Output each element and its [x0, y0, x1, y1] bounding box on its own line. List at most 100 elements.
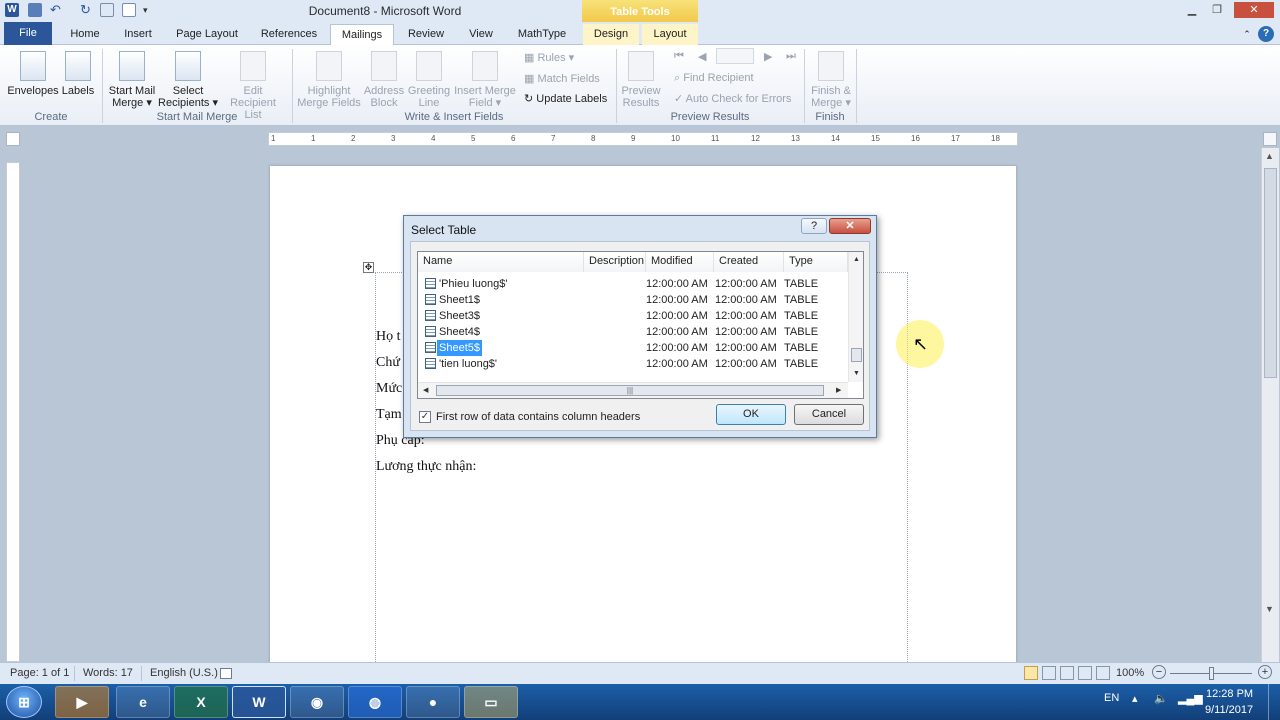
- tab-file[interactable]: File: [4, 22, 52, 45]
- list-hscroll-thumb[interactable]: |||: [436, 385, 824, 396]
- volume-icon[interactable]: 🔈: [1154, 692, 1168, 705]
- ok-button[interactable]: OK: [716, 404, 786, 425]
- column-header-name[interactable]: Name: [418, 252, 584, 272]
- last-record-icon[interactable]: ⏭: [786, 50, 796, 63]
- first-record-icon[interactable]: ⏮: [674, 50, 684, 63]
- envelopes-button[interactable]: Envelopes: [6, 51, 60, 97]
- start-mail-merge-button[interactable]: Start Mail Merge ▾: [106, 51, 158, 109]
- highlight-icon: [316, 51, 342, 81]
- show-desktop-button[interactable]: [1268, 684, 1280, 720]
- labels-button[interactable]: Labels: [60, 51, 96, 97]
- vertical-scrollbar[interactable]: ▲ ▼: [1261, 148, 1279, 662]
- scroll-up-icon[interactable]: ▲: [1265, 151, 1274, 161]
- list-horizontal-scrollbar[interactable]: ◀ ||| ▶: [418, 382, 848, 398]
- tab-view[interactable]: View: [460, 24, 502, 45]
- outline-view-icon[interactable]: [1078, 666, 1092, 680]
- excel-icon[interactable]: X: [174, 686, 228, 718]
- find-recipient-button[interactable]: ⌕ Find Recipient: [674, 72, 754, 85]
- tab-references[interactable]: References: [254, 24, 324, 45]
- scroll-up-icon[interactable]: ▲: [853, 256, 860, 263]
- tab-home[interactable]: Home: [62, 24, 108, 45]
- language-indicator[interactable]: EN: [1104, 692, 1119, 704]
- page-count[interactable]: Page: 1 of 1: [10, 667, 69, 679]
- tab-page-layout[interactable]: Page Layout: [170, 24, 244, 45]
- zoom-level[interactable]: 100%: [1116, 667, 1144, 679]
- draft-view-icon[interactable]: [1096, 666, 1110, 680]
- tab-insert[interactable]: Insert: [116, 24, 160, 45]
- table-move-handle-icon[interactable]: ✥: [363, 262, 374, 273]
- first-row-headers-checkbox[interactable]: ✓: [419, 411, 431, 423]
- tab-review[interactable]: Review: [402, 24, 450, 45]
- camera-icon[interactable]: ●: [406, 686, 460, 718]
- scroll-right-icon[interactable]: ▶: [836, 386, 841, 394]
- tab-mathtype[interactable]: MathType: [510, 24, 574, 45]
- previous-record-icon[interactable]: ◀: [698, 50, 706, 63]
- tab-mailings[interactable]: Mailings: [330, 24, 394, 45]
- table-row[interactable]: Sheet4$ 12:00:00 AM 12:00:00 AM TABLE: [418, 324, 848, 340]
- scroll-down-icon[interactable]: ▼: [853, 370, 860, 377]
- tab-design[interactable]: Design: [583, 24, 639, 45]
- column-header-modified[interactable]: Modified: [646, 252, 714, 272]
- view-ruler-icon[interactable]: [1263, 132, 1277, 146]
- tray-expand-icon[interactable]: ▴: [1132, 692, 1138, 705]
- restore-button[interactable]: ❐: [1205, 2, 1229, 18]
- list-scroll-thumb[interactable]: [851, 348, 862, 362]
- highlight-merge-fields-button[interactable]: Highlight Merge Fields: [296, 51, 362, 109]
- preview-results-button[interactable]: Preview Results: [620, 51, 662, 109]
- tab-layout[interactable]: Layout: [642, 24, 698, 45]
- row-type: TABLE: [784, 278, 819, 290]
- finish-merge-button[interactable]: Finish & Merge ▾: [808, 51, 854, 109]
- help-icon[interactable]: ?: [1258, 26, 1274, 42]
- clock-time[interactable]: 12:28 PM: [1206, 688, 1253, 700]
- close-window-button[interactable]: ✕: [1234, 2, 1274, 18]
- column-header-type[interactable]: Type: [784, 252, 848, 272]
- match-fields-button[interactable]: ▦ Match Fields: [524, 72, 600, 85]
- table-list[interactable]: Name Description Modified Created Type '…: [417, 251, 864, 399]
- media-player-icon[interactable]: ▶: [55, 686, 109, 718]
- table-row-selected[interactable]: Sheet5$ 12:00:00 AM 12:00:00 AM TABLE: [418, 340, 848, 356]
- auto-check-errors-button[interactable]: ✓ Auto Check for Errors: [674, 92, 791, 105]
- update-labels-button[interactable]: ↻ Update Labels: [524, 92, 607, 105]
- table-row[interactable]: Sheet1$ 12:00:00 AM 12:00:00 AM TABLE: [418, 292, 848, 308]
- chrome-icon[interactable]: ◉: [290, 686, 344, 718]
- zoom-out-icon[interactable]: −: [1152, 665, 1166, 679]
- column-header-created[interactable]: Created: [714, 252, 784, 272]
- folder-icon[interactable]: ▭: [464, 686, 518, 718]
- dialog-close-button[interactable]: ✕: [829, 218, 871, 234]
- greeting-line-button[interactable]: Greeting Line: [406, 51, 452, 109]
- clock-date[interactable]: 9/11/2017: [1205, 704, 1253, 716]
- web-layout-icon[interactable]: [1060, 666, 1074, 680]
- start-button[interactable]: ⊞: [6, 686, 42, 718]
- column-header-description[interactable]: Description: [584, 252, 646, 272]
- proofing-icon[interactable]: [220, 668, 232, 679]
- insert-merge-field-button[interactable]: Insert Merge Field ▾: [452, 51, 518, 109]
- internet-explorer-icon[interactable]: e: [116, 686, 170, 718]
- next-record-icon[interactable]: ▶: [764, 50, 772, 63]
- network-icon[interactable]: ▂▄▆: [1178, 692, 1203, 705]
- zoom-in-icon[interactable]: +: [1258, 665, 1272, 679]
- recipients-icon: [175, 51, 201, 81]
- minimize-button[interactable]: ▁: [1180, 2, 1204, 18]
- select-recipients-button[interactable]: Select Recipients ▾: [158, 51, 218, 109]
- zoom-slider-thumb[interactable]: [1209, 667, 1214, 680]
- table-row[interactable]: 'tien luong$' 12:00:00 AM 12:00:00 AM TABLE: [418, 356, 848, 372]
- print-layout-view-icon[interactable]: [1024, 666, 1038, 680]
- address-block-button[interactable]: Address Block: [362, 51, 406, 109]
- language[interactable]: English (U.S.): [150, 667, 218, 679]
- word-count[interactable]: Words: 17: [83, 667, 133, 679]
- dialog-help-button[interactable]: ?: [801, 218, 827, 234]
- table-row[interactable]: 'Phieu luong$' 12:00:00 AM 12:00:00 AM TABL…: [418, 276, 848, 292]
- scroll-down-icon[interactable]: ▼: [1265, 604, 1274, 614]
- app-blue-icon[interactable]: ◍: [348, 686, 402, 718]
- rules-button[interactable]: ▦ Rules ▾: [524, 51, 574, 64]
- record-number-input[interactable]: [716, 48, 754, 64]
- word-icon[interactable]: W: [232, 686, 286, 718]
- full-screen-reading-icon[interactable]: [1042, 666, 1056, 680]
- scrollbar-thumb[interactable]: [1264, 168, 1277, 378]
- cancel-button[interactable]: Cancel: [794, 404, 864, 425]
- table-row[interactable]: Sheet3$ 12:00:00 AM 12:00:00 AM TABLE: [418, 308, 848, 324]
- tab-stop-selector[interactable]: [6, 132, 20, 146]
- scroll-left-icon[interactable]: ◀: [423, 386, 428, 394]
- list-vertical-scrollbar[interactable]: ▲ ▼: [848, 252, 863, 382]
- collapse-ribbon-icon[interactable]: ⌃: [1240, 24, 1254, 45]
